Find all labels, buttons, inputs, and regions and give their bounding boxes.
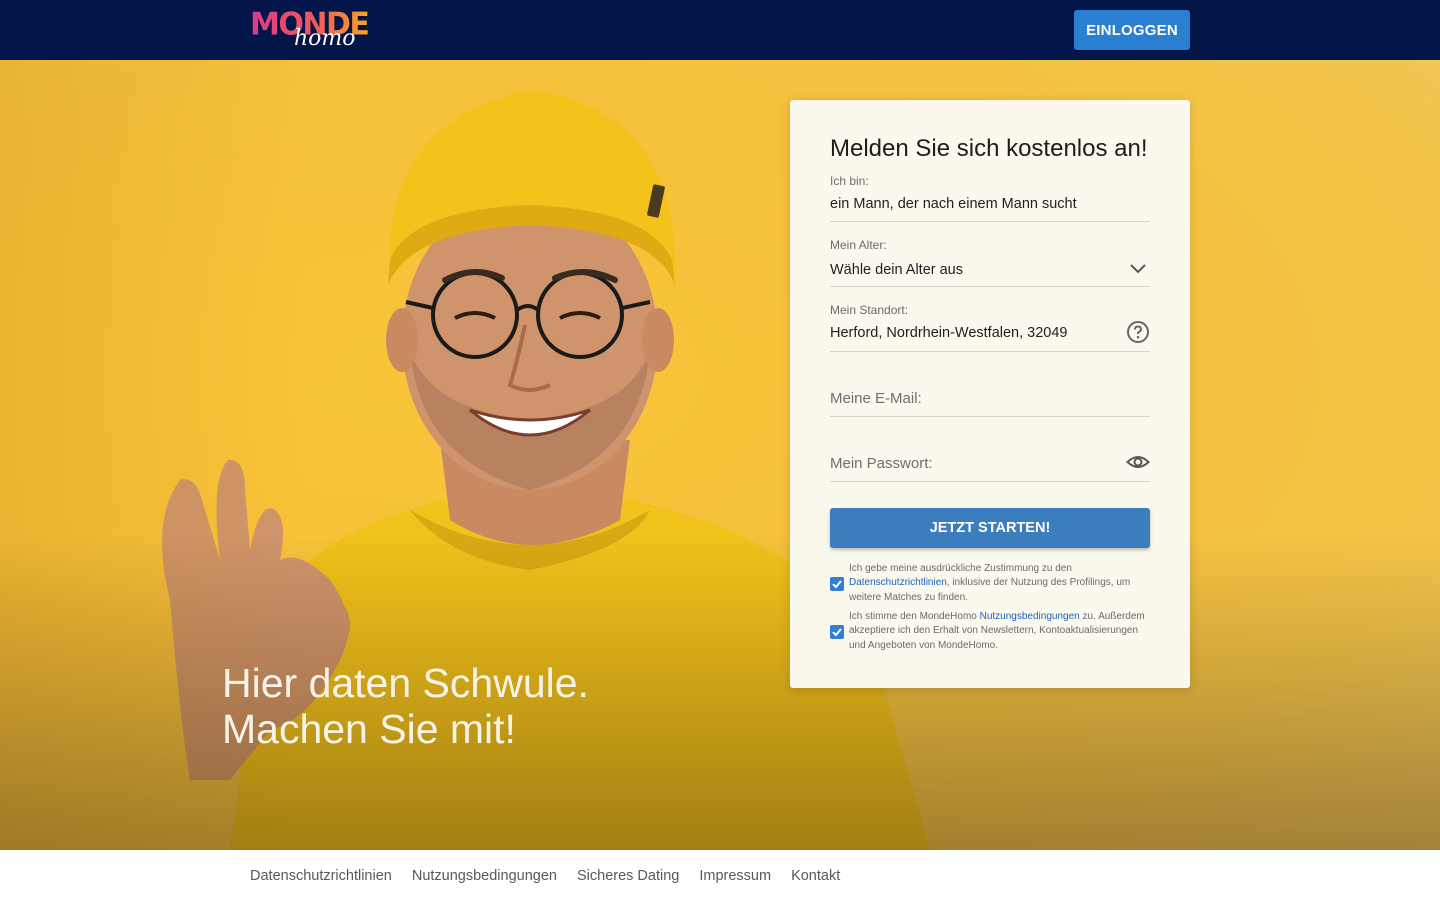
login-button[interactable]: EINLOGGEN: [1074, 10, 1190, 50]
email-input[interactable]: Meine E-Mail:: [830, 366, 1150, 417]
start-button[interactable]: JETZT STARTEN!: [830, 508, 1150, 548]
location-value: Herford, Nordrhein-Westfalen, 32049: [830, 325, 1068, 341]
privacy-policy-link[interactable]: Datenschutzrichtlinien: [849, 577, 947, 588]
eye-icon[interactable]: [1126, 450, 1150, 474]
signup-title: Melden Sie sich kostenlos an!: [830, 135, 1148, 162]
terms-consent-text: Ich stimme den MondeHomo Nutzungsbedingu…: [849, 611, 1145, 651]
chevron-down-icon[interactable]: [1126, 256, 1150, 280]
password-placeholder: Mein Passwort:: [830, 455, 933, 472]
footer-link-impressum[interactable]: Impressum: [699, 867, 771, 885]
gender-label: Ich bin:: [830, 174, 869, 188]
terms-consent: Ich stimme den MondeHomo Nutzungsbedingu…: [830, 610, 1150, 656]
age-value: Wähle dein Alter aus: [830, 262, 963, 278]
checkmark-icon: [832, 628, 842, 637]
footer-link-sicheres-dating[interactable]: Sicheres Dating: [577, 867, 679, 885]
password-input[interactable]: Mein Passwort:: [830, 431, 1150, 482]
location-label: Mein Standort:: [830, 303, 909, 317]
privacy-consent: Ich gebe meine ausdrückliche Zustimmung …: [830, 562, 1150, 608]
privacy-consent-text: Ich gebe meine ausdrückliche Zustimmung …: [849, 563, 1131, 603]
footer: Datenschutzrichtlinien Nutzungsbedingung…: [0, 850, 1440, 900]
top-navigation-bar: MONDE homo EINLOGGEN: [0, 0, 1440, 60]
question-circle-icon[interactable]: [1126, 320, 1150, 344]
checkmark-icon: [832, 580, 842, 589]
footer-link-nutzungsbedingungen[interactable]: Nutzungsbedingungen: [412, 867, 557, 885]
gender-field[interactable]: Ich bin: ein Mann, der nach einem Mann s…: [830, 172, 1150, 222]
terms-checkbox[interactable]: [830, 625, 844, 639]
hero-headline: Hier daten Schwule. Machen Sie mit!: [222, 660, 589, 752]
signup-form-card: Melden Sie sich kostenlos an! Ich bin: e…: [790, 100, 1190, 688]
footer-link-datenschutz[interactable]: Datenschutzrichtlinien: [250, 867, 392, 885]
location-field[interactable]: Mein Standort: Herford, Nordrhein-Westfa…: [830, 301, 1150, 352]
footer-links: Datenschutzrichtlinien Nutzungsbedingung…: [250, 867, 840, 885]
mondehomo-logo[interactable]: MONDE homo: [250, 7, 370, 54]
email-placeholder: Meine E-Mail:: [830, 390, 922, 407]
terms-link[interactable]: Nutzungsbedingungen: [980, 611, 1080, 622]
age-label: Mein Alter:: [830, 238, 887, 252]
privacy-checkbox[interactable]: [830, 577, 844, 591]
logo-script: homo: [294, 26, 356, 51]
footer-link-kontakt[interactable]: Kontakt: [791, 867, 840, 885]
age-select[interactable]: Mein Alter: Wähle dein Alter aus: [830, 236, 1150, 287]
gender-value: ein Mann, der nach einem Mann sucht: [830, 196, 1077, 212]
